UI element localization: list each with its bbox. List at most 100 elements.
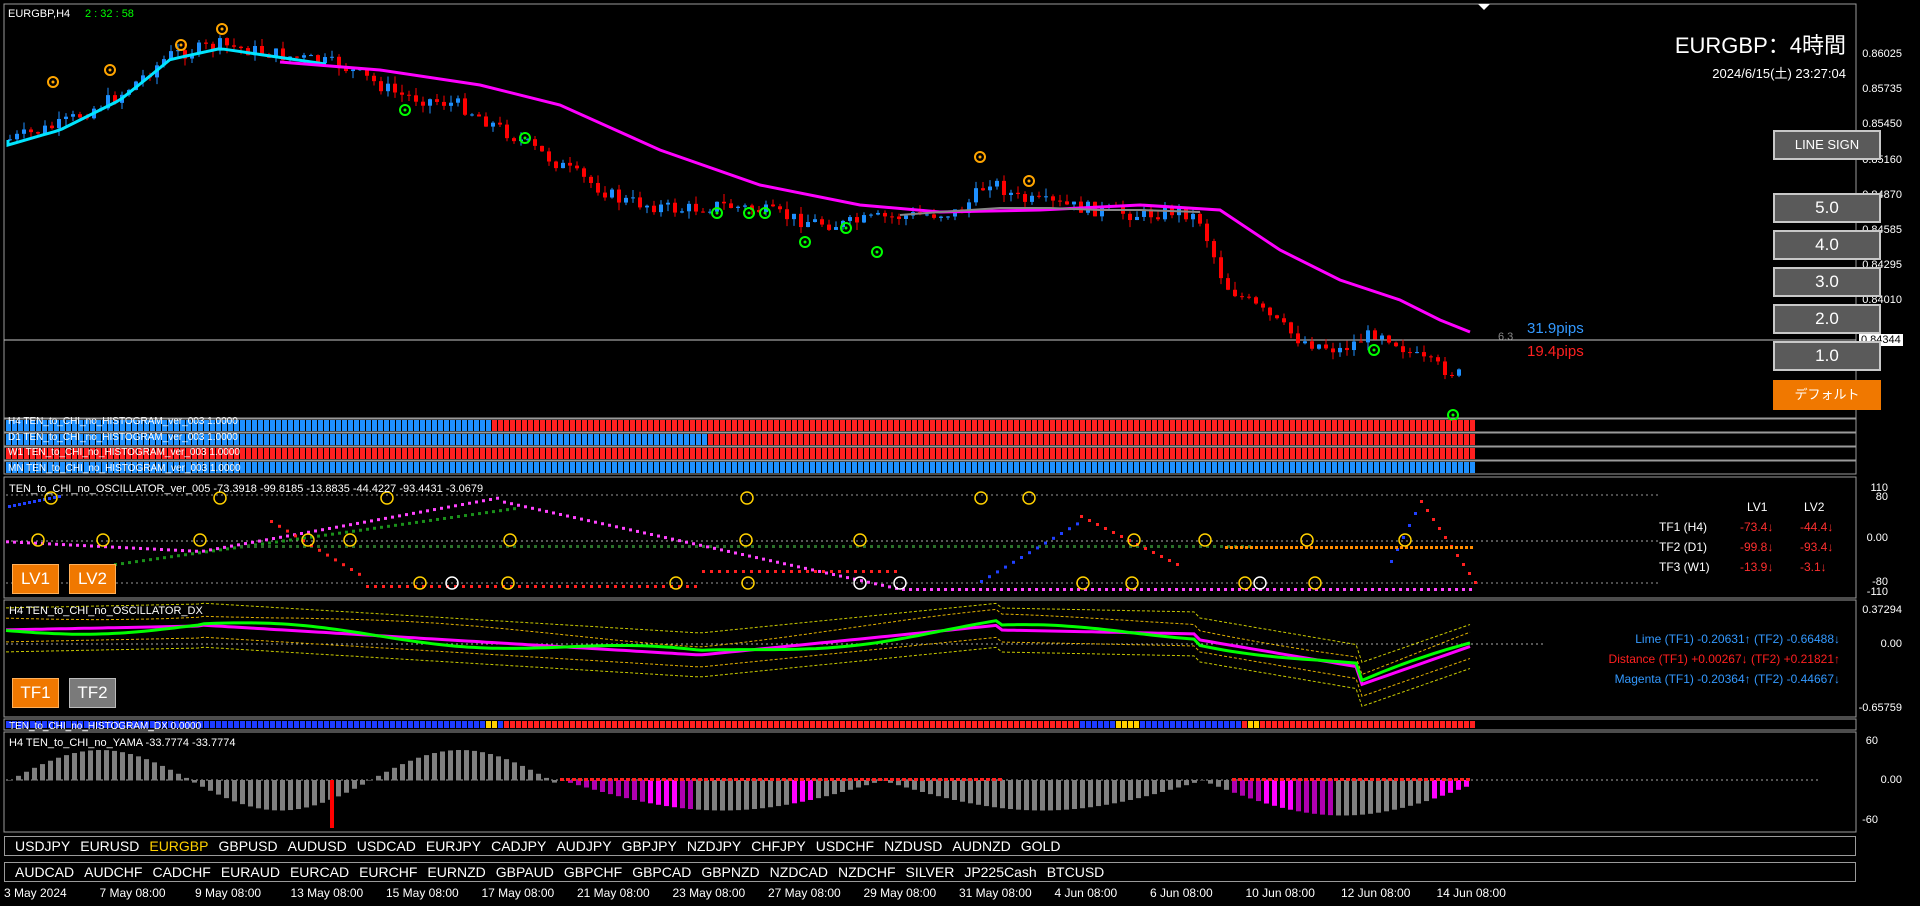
symbol-tab-usdcad[interactable]: USDCAD <box>357 837 416 855</box>
histogram-bar <box>402 462 407 473</box>
yama-bar <box>584 780 589 788</box>
symbol-tab-cadchf[interactable]: CADCHF <box>152 863 210 881</box>
osc-magenta-dot <box>566 514 569 518</box>
symbol-tab-eurchf[interactable]: EURCHF <box>359 863 417 881</box>
osc-magenta-dot <box>734 551 737 555</box>
histogram-bar <box>1050 434 1055 445</box>
osc-magenta-dot <box>398 514 401 518</box>
histogram-bar <box>252 462 257 473</box>
symbol-tab-gbpusd[interactable]: GBPUSD <box>218 837 277 855</box>
symbol-tab-gbpnzd[interactable]: GBPNZD <box>701 863 759 881</box>
osc-green-dot <box>156 557 159 561</box>
osc-green-flat-dot <box>254 545 257 548</box>
osc-green-flat-dot <box>268 545 271 548</box>
tf2-button[interactable]: TF2 <box>69 678 116 708</box>
symbol-tab-audnzd[interactable]: AUDNZD <box>952 837 1010 855</box>
histogram-bar <box>462 420 467 431</box>
yama-red-marker <box>1466 778 1470 781</box>
symbol-tab-eurcad[interactable]: EURCAD <box>290 863 349 881</box>
histogram-bar <box>966 448 971 459</box>
osc-red-dot <box>1096 523 1099 526</box>
yama-red-marker <box>1352 778 1356 781</box>
histogram-bar <box>1146 434 1151 445</box>
symbol-tab-silver[interactable]: SILVER <box>906 863 955 881</box>
histogram-bar <box>1110 462 1115 473</box>
symbol-tab-gold[interactable]: GOLD <box>1021 837 1061 855</box>
yama-bar <box>1144 780 1149 797</box>
tf3-row-lv1: -13.9↓ <box>1740 560 1774 574</box>
osc-green-dot <box>268 541 271 545</box>
symbol-tab-nzdcad[interactable]: NZDCAD <box>770 863 828 881</box>
histogram-bar <box>534 434 539 445</box>
symbol-tab-audjpy[interactable]: AUDJPY <box>556 837 611 855</box>
symbol-tab-jp225cash[interactable]: JP225Cash <box>964 863 1036 881</box>
symbol-tab-gbpaud[interactable]: GBPAUD <box>496 863 554 881</box>
candle-body <box>813 219 817 222</box>
histogram-bar <box>1206 448 1211 459</box>
symbol-tab-euraud[interactable]: EURAUD <box>221 863 280 881</box>
dx-histogram-bar <box>954 721 959 728</box>
symbol-tab-btcusd[interactable]: BTCUSD <box>1047 863 1105 881</box>
histogram-bar <box>792 420 797 431</box>
osc-green-flat-dot <box>730 545 733 548</box>
symbol-tab-usdjpy[interactable]: USDJPY <box>15 837 70 855</box>
osc-red-dot <box>734 570 737 573</box>
level-1-button[interactable]: 1.0 <box>1773 341 1881 371</box>
osc-magenta-dot <box>1448 588 1451 591</box>
histogram-bar <box>798 420 803 431</box>
osc-green-flat-dot <box>1073 545 1076 548</box>
level-3-button[interactable]: 3.0 <box>1773 267 1881 297</box>
symbol-tab-gbpchf[interactable]: GBPCHF <box>564 863 622 881</box>
osc-red-dot <box>286 529 289 533</box>
osc-magenta-dot <box>1406 588 1409 591</box>
histogram-bar <box>1470 462 1475 473</box>
histogram-bar <box>246 448 251 459</box>
histogram-bar <box>918 462 923 473</box>
histogram-bar <box>594 434 599 445</box>
histogram-bar <box>828 462 833 473</box>
oscillator-signal-circle <box>1308 576 1322 590</box>
dx-histogram-bar <box>1218 721 1223 728</box>
histogram-bar <box>1410 434 1415 445</box>
default-button[interactable]: デフォルト <box>1773 380 1881 410</box>
symbol-tab-nzdjpy[interactable]: NZDJPY <box>687 837 741 855</box>
symbol-tab-audchf[interactable]: AUDCHF <box>84 863 142 881</box>
dx-histogram-bar <box>294 721 299 728</box>
osc-magenta-dot <box>1336 588 1339 591</box>
line-sign-button[interactable]: LINE SIGN <box>1773 130 1881 160</box>
tf1-button[interactable]: TF1 <box>12 678 59 708</box>
histogram-bar <box>906 420 911 431</box>
histogram-bar <box>1152 448 1157 459</box>
symbol-tab-cadjpy[interactable]: CADJPY <box>491 837 546 855</box>
symbol-tab-gbpjpy[interactable]: GBPJPY <box>622 837 677 855</box>
symbol-tab-audusd[interactable]: AUDUSD <box>288 837 347 855</box>
histogram-bar <box>270 448 275 459</box>
yama-red-marker <box>1310 778 1314 781</box>
symbol-tab-eurusd[interactable]: EURUSD <box>80 837 139 855</box>
dx-histogram-bar <box>1458 721 1463 728</box>
symbol-tab-usdchf[interactable]: USDCHF <box>816 837 874 855</box>
symbol-tab-eurjpy[interactable]: EURJPY <box>426 837 481 855</box>
osc-magenta-dot <box>174 548 177 552</box>
histogram-bar <box>948 420 953 431</box>
yama-red-marker <box>740 778 744 781</box>
hist-d1-label: D1 TEN_to_CHI_no_HISTOGRAM_ver_003 1.000… <box>8 432 238 443</box>
histogram-bar <box>996 448 1001 459</box>
symbol-tab-audcad[interactable]: AUDCAD <box>15 863 74 881</box>
level-2-button[interactable]: 2.0 <box>1773 304 1881 334</box>
symbol-tab-eurnzd[interactable]: EURNZD <box>427 863 485 881</box>
level-4-button[interactable]: 4.0 <box>1773 230 1881 260</box>
lv2-button[interactable]: LV2 <box>69 564 116 594</box>
symbol-tab-eurgbp[interactable]: EURGBP <box>149 837 208 855</box>
symbol-tab-gbpcad[interactable]: GBPCAD <box>632 863 691 881</box>
osc-green-dot <box>457 515 460 519</box>
symbol-tab-chfjpy[interactable]: CHFJPY <box>751 837 805 855</box>
yama-bar <box>912 780 917 790</box>
osc-magenta-dot <box>748 554 751 558</box>
candle-body <box>715 201 719 212</box>
level-5-button[interactable]: 5.0 <box>1773 193 1881 223</box>
osc-green-flat-dot <box>919 545 922 548</box>
lv1-button[interactable]: LV1 <box>12 564 59 594</box>
symbol-tab-nzdusd[interactable]: NZDUSD <box>884 837 942 855</box>
symbol-tab-nzdchf[interactable]: NZDCHF <box>838 863 896 881</box>
